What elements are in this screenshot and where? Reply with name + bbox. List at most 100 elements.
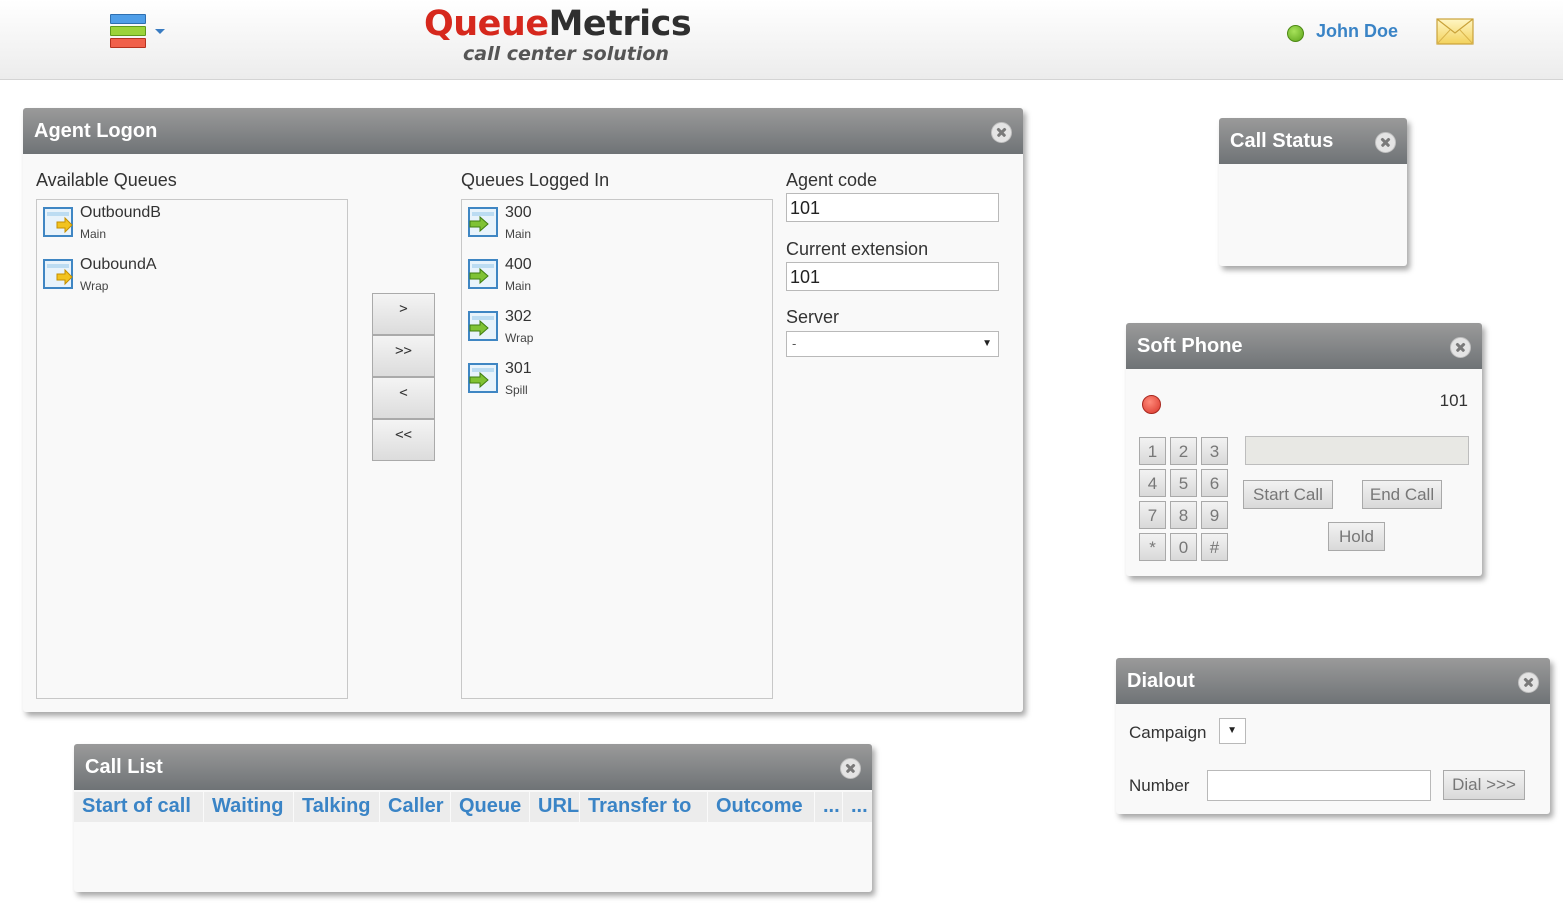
- phone-status-icon: [1142, 395, 1161, 414]
- phone-extension: 101: [1439, 391, 1468, 410]
- queue-name: 400: [505, 256, 532, 273]
- dialpad-key[interactable]: 6: [1201, 469, 1228, 497]
- column-header-outcome[interactable]: Outcome: [708, 792, 815, 822]
- dialpad-key[interactable]: 3: [1201, 437, 1228, 465]
- dialout-panel: Dialout Campaign ▼ Number Dial >>>: [1116, 658, 1550, 814]
- dialpad-key[interactable]: *: [1139, 533, 1166, 561]
- list-item[interactable]: 400 Main: [468, 252, 748, 298]
- queue-sub: Wrap: [505, 331, 534, 345]
- queue-sub: Main: [505, 227, 532, 241]
- online-status-icon: [1287, 25, 1304, 42]
- dialpad-key[interactable]: 5: [1170, 469, 1197, 497]
- panel-title: Soft Phone: [1126, 323, 1482, 369]
- dial-button[interactable]: Dial >>>: [1443, 770, 1525, 800]
- server-select-value: -: [792, 336, 797, 351]
- login-arrow-icon: [468, 311, 498, 341]
- queue-name: 302: [505, 308, 532, 325]
- dialpad-key[interactable]: 9: [1201, 501, 1228, 529]
- user-name-link[interactable]: John Doe: [1316, 21, 1398, 42]
- available-queues-list[interactable]: OutboundB Main OuboundA Wrap: [36, 199, 348, 699]
- dialpad-key[interactable]: 2: [1170, 437, 1197, 465]
- soft-phone-panel: Soft Phone 101 1 2 3 4 5 6 7 8 9 * 0 # S…: [1126, 323, 1482, 576]
- column-header-talking[interactable]: Talking: [294, 792, 380, 822]
- login-arrow-icon: [468, 207, 498, 237]
- chevron-down-icon: ▼: [1227, 725, 1237, 736]
- logo-subtitle: call center solution: [463, 43, 669, 65]
- column-header-more[interactable]: ...: [843, 792, 872, 822]
- list-item[interactable]: OuboundA Wrap: [43, 252, 323, 298]
- column-header-waiting[interactable]: Waiting: [204, 792, 294, 822]
- main-menu-button[interactable]: [108, 14, 168, 50]
- mail-icon[interactable]: [1436, 18, 1474, 45]
- column-header-start-of-call[interactable]: Start of call: [74, 792, 204, 822]
- chevron-down-icon: [155, 29, 165, 34]
- agent-code-input[interactable]: 101: [786, 193, 999, 222]
- dialpad-key[interactable]: 4: [1139, 469, 1166, 497]
- logo-title: QueueMetrics: [424, 4, 692, 44]
- column-header-queue[interactable]: Queue: [451, 792, 530, 822]
- column-header-caller[interactable]: Caller: [380, 792, 451, 822]
- logged-queues-label: Queues Logged In: [461, 170, 610, 190]
- menu-icon-bar: [110, 26, 146, 36]
- call-status-panel: Call Status: [1219, 118, 1407, 266]
- queuemetrics-logo: QueueMetrics call center solution: [424, 4, 724, 70]
- logo-text-queue: Queue: [424, 4, 549, 44]
- add-queue-button[interactable]: >: [372, 293, 435, 335]
- call-list-header-row: Start of call Waiting Talking Caller Que…: [74, 792, 872, 822]
- panel-title: Dialout: [1116, 658, 1550, 704]
- server-select[interactable]: - ▼: [786, 331, 999, 357]
- current-extension-input[interactable]: 101: [786, 262, 999, 291]
- close-icon[interactable]: [840, 758, 861, 779]
- queue-sub: Wrap: [80, 279, 109, 293]
- close-icon[interactable]: [1375, 132, 1396, 153]
- available-queues-label: Available Queues: [36, 170, 177, 190]
- close-icon[interactable]: [1450, 337, 1471, 358]
- phone-number-display[interactable]: [1245, 436, 1469, 465]
- call-list-panel: Call List Start of call Waiting Talking …: [74, 744, 872, 892]
- menu-icon-bar: [110, 38, 146, 48]
- logo-text-metrics: Metrics: [548, 4, 692, 44]
- dialpad-key[interactable]: #: [1201, 533, 1228, 561]
- dialpad-key[interactable]: 8: [1170, 501, 1197, 529]
- column-header-more[interactable]: ...: [815, 792, 843, 822]
- queue-sub: Main: [505, 279, 532, 293]
- column-header-url[interactable]: URL: [530, 792, 580, 822]
- column-header-transfer-to[interactable]: Transfer to: [580, 792, 708, 822]
- remove-queue-button[interactable]: <: [372, 377, 435, 419]
- queue-name: 300: [505, 204, 532, 221]
- server-label: Server: [786, 307, 840, 327]
- hold-button[interactable]: Hold: [1328, 522, 1385, 551]
- queue-sub: Spill: [505, 383, 528, 397]
- chevron-down-icon: ▼: [982, 338, 992, 349]
- login-arrow-icon: [468, 259, 498, 289]
- panel-title: Agent Logon: [23, 108, 1023, 154]
- list-item[interactable]: 302 Wrap: [468, 304, 748, 350]
- number-label: Number: [1129, 776, 1190, 795]
- list-item[interactable]: OutboundB Main: [43, 200, 323, 246]
- agent-code-label: Agent code: [786, 170, 878, 190]
- campaign-label: Campaign: [1129, 723, 1207, 742]
- queue-name: OuboundA: [80, 256, 157, 273]
- dialpad-key[interactable]: 7: [1139, 501, 1166, 529]
- queue-sub: Main: [80, 227, 107, 241]
- list-item[interactable]: 301 Spill: [468, 356, 748, 402]
- logged-queues-list[interactable]: 300 Main 400 Main 302 Wrap 301 Spill: [461, 199, 773, 699]
- list-item[interactable]: 300 Main: [468, 200, 748, 246]
- queue-icon: [43, 259, 73, 289]
- campaign-select[interactable]: ▼: [1219, 718, 1246, 744]
- close-icon[interactable]: [1518, 672, 1539, 693]
- panel-title: Call List: [74, 744, 872, 790]
- queue-name: OutboundB: [80, 204, 161, 221]
- end-call-button[interactable]: End Call: [1362, 480, 1442, 509]
- remove-all-queues-button[interactable]: <<: [372, 419, 435, 461]
- top-bar: QueueMetrics call center solution John D…: [0, 0, 1563, 80]
- start-call-button[interactable]: Start Call: [1243, 480, 1333, 509]
- agent-logon-panel: Agent Logon Available Queues OutboundB M…: [23, 108, 1023, 712]
- dialpad-key[interactable]: 0: [1170, 533, 1197, 561]
- add-all-queues-button[interactable]: >>: [372, 335, 435, 377]
- dialpad-key[interactable]: 1: [1139, 437, 1166, 465]
- current-extension-label: Current extension: [786, 239, 929, 259]
- login-arrow-icon: [468, 363, 498, 393]
- close-icon[interactable]: [991, 122, 1012, 143]
- number-input[interactable]: [1207, 770, 1431, 801]
